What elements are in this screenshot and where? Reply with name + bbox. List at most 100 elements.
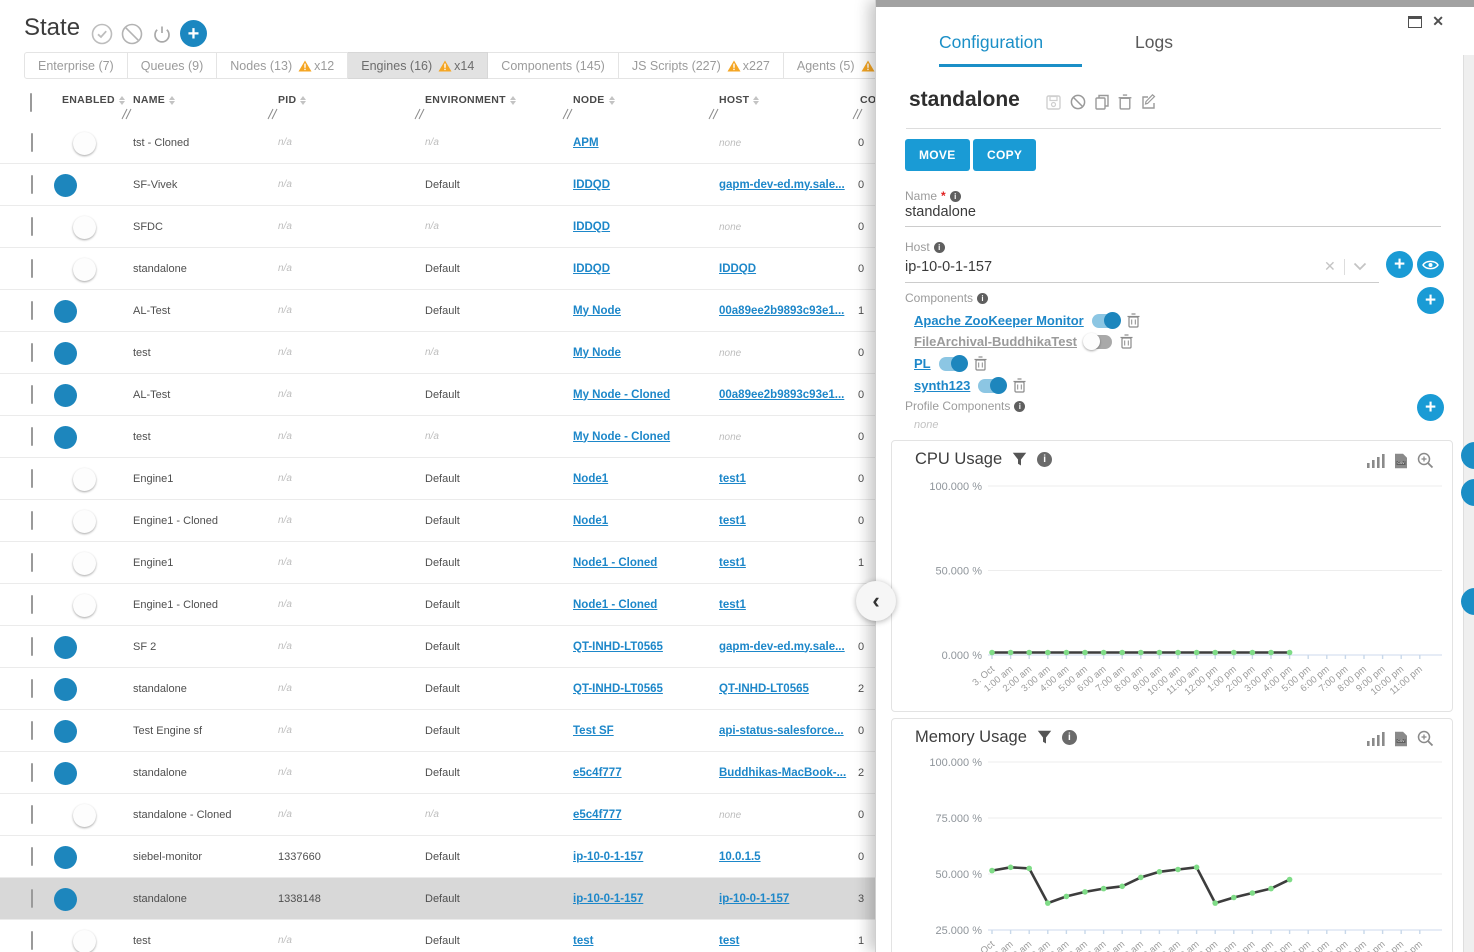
trash-icon[interactable] (1013, 378, 1026, 393)
tab-nodes-13-[interactable]: Nodes (13) x12 (217, 52, 348, 79)
info-icon[interactable]: i (977, 293, 988, 304)
trash-icon[interactable] (974, 356, 987, 371)
row-checkbox[interactable] (31, 217, 33, 236)
col-resize-handle[interactable] (120, 108, 132, 120)
table-row[interactable]: SFDC n/a n/a IDDQD none 0 (0, 206, 900, 248)
row-checkbox[interactable] (31, 721, 33, 740)
row-checkbox[interactable] (31, 175, 33, 194)
row-checkbox[interactable] (31, 595, 33, 614)
tab-enterprise-7-[interactable]: Enterprise (7) (24, 52, 128, 79)
table-row[interactable]: standalone n/a Default QT-INHD-LT0565 QT… (0, 668, 900, 710)
component-toggle[interactable] (1092, 314, 1119, 328)
row-checkbox[interactable] (31, 469, 33, 488)
component-link[interactable]: FileArchival-BuddhikaTest (914, 334, 1077, 349)
edit-icon[interactable] (1141, 94, 1157, 110)
component-toggle[interactable] (978, 379, 1005, 393)
save-icon[interactable] (1046, 95, 1061, 110)
sort-icon[interactable] (510, 96, 516, 105)
row-checkbox[interactable] (31, 805, 33, 824)
col-header-name[interactable]: NAME (128, 88, 273, 106)
node-link[interactable]: IDDQD (573, 263, 610, 275)
add-profile-component-button[interactable]: + (1417, 394, 1444, 421)
node-link[interactable]: Node1 (573, 515, 608, 527)
zoom-in-icon[interactable] (1417, 730, 1434, 747)
node-link[interactable]: QT-INHD-LT0565 (573, 641, 663, 653)
view-host-button[interactable] (1417, 251, 1444, 278)
table-row[interactable]: SF-Vivek n/a Default IDDQD gapm-dev-ed.m… (0, 164, 900, 206)
table-row[interactable]: SF 2 n/a Default QT-INHD-LT0565 gapm-dev… (0, 626, 900, 668)
enable-check-icon[interactable] (90, 22, 113, 45)
col-resize-handle[interactable] (851, 108, 863, 120)
tab-configuration[interactable]: Configuration (939, 32, 1043, 53)
host-link[interactable]: test1 (719, 473, 746, 485)
component-link[interactable]: synth123 (914, 378, 970, 393)
copy-button[interactable]: COPY (973, 139, 1036, 171)
col-resize-handle[interactable] (266, 108, 278, 120)
host-link[interactable]: gapm-dev-ed.my.sale... (719, 641, 845, 653)
table-row[interactable]: Test Engine sf n/a Default Test SF api-s… (0, 710, 900, 752)
table-row[interactable]: Engine1 - Cloned n/a Default Node1 test1… (0, 500, 900, 542)
host-link[interactable]: IDDQD (719, 263, 756, 275)
node-link[interactable]: e5c4f777 (573, 809, 622, 821)
bar-chart-icon[interactable] (1367, 732, 1385, 746)
clear-host-icon[interactable]: ✕ (1324, 258, 1336, 275)
node-link[interactable]: APM (573, 137, 599, 149)
host-link[interactable]: 00a89ee2b9893c93e1... (719, 389, 844, 401)
host-link[interactable]: 10.0.1.5 (719, 851, 761, 863)
host-input[interactable]: ip-10-0-1-157 (905, 259, 992, 275)
node-link[interactable]: Node1 - Cloned (573, 599, 657, 611)
node-link[interactable]: IDDQD (573, 221, 610, 233)
table-row[interactable]: Engine1 - Cloned n/a Default Node1 - Clo… (0, 584, 900, 626)
table-row[interactable]: standalone n/a Default IDDQD IDDQD 0 (0, 248, 900, 290)
trash-icon[interactable] (1120, 334, 1133, 349)
host-link[interactable]: 00a89ee2b9893c93e1... (719, 305, 844, 317)
node-link[interactable]: My Node (573, 305, 621, 317)
row-checkbox[interactable] (31, 553, 33, 572)
move-button[interactable]: MOVE (905, 139, 970, 171)
table-row[interactable]: test n/a n/a My Node none 0 (0, 332, 900, 374)
add-host-button[interactable]: + (1386, 251, 1413, 278)
table-row[interactable]: standalone n/a Default e5c4f777 Buddhika… (0, 752, 900, 794)
zoom-in-icon[interactable] (1417, 452, 1434, 469)
component-link[interactable]: PL (914, 356, 931, 371)
sort-icon[interactable] (300, 96, 306, 105)
host-link[interactable]: test (719, 935, 739, 947)
node-link[interactable]: My Node (573, 347, 621, 359)
host-link[interactable]: api-status-salesforce... (719, 725, 844, 737)
disable-ban-icon[interactable] (120, 22, 143, 45)
csv-export-icon[interactable]: CSV (1394, 453, 1408, 469)
sort-icon[interactable] (609, 96, 615, 105)
row-checkbox[interactable] (31, 679, 33, 698)
host-link[interactable]: gapm-dev-ed.my.sale... (719, 179, 845, 191)
col-header-enabled[interactable]: ENABLED (56, 88, 128, 106)
node-link[interactable]: IDDQD (573, 179, 610, 191)
node-link[interactable]: ip-10-0-1-157 (573, 893, 643, 905)
node-link[interactable]: Node1 - Cloned (573, 557, 657, 569)
tab-logs[interactable]: Logs (1135, 32, 1173, 53)
filter-icon[interactable] (1012, 452, 1027, 467)
component-link[interactable]: Apache ZooKeeper Monitor (914, 313, 1084, 328)
node-link[interactable]: My Node - Cloned (573, 431, 670, 443)
host-link[interactable]: test1 (719, 515, 746, 527)
col-header-environment[interactable]: ENVIRONMENT (420, 88, 568, 106)
row-checkbox[interactable] (31, 637, 33, 656)
table-row[interactable]: test n/a Default test test 1 (0, 920, 900, 952)
host-link[interactable]: test1 (719, 557, 746, 569)
info-icon[interactable]: i (1037, 452, 1052, 467)
add-component-button[interactable]: + (1417, 287, 1444, 314)
sort-icon[interactable] (753, 96, 759, 105)
row-checkbox[interactable] (31, 847, 33, 866)
tab-js-scripts-227-[interactable]: JS Scripts (227) x227 (619, 52, 784, 79)
power-icon[interactable] (150, 22, 173, 45)
bar-chart-icon[interactable] (1367, 454, 1385, 468)
info-icon[interactable]: i (1014, 401, 1025, 412)
table-row[interactable]: Engine1 n/a Default Node1 - Cloned test1… (0, 542, 900, 584)
delete-icon[interactable] (1118, 94, 1132, 110)
row-checkbox[interactable] (31, 427, 33, 446)
tab-engines-16-[interactable]: Engines (16) x14 (348, 52, 488, 79)
trash-icon[interactable] (1127, 313, 1140, 328)
node-link[interactable]: ip-10-0-1-157 (573, 851, 643, 863)
info-icon[interactable]: i (1062, 730, 1077, 745)
table-row[interactable]: standalone 1338148 Default ip-10-0-1-157… (0, 878, 900, 920)
node-link[interactable]: My Node - Cloned (573, 389, 670, 401)
